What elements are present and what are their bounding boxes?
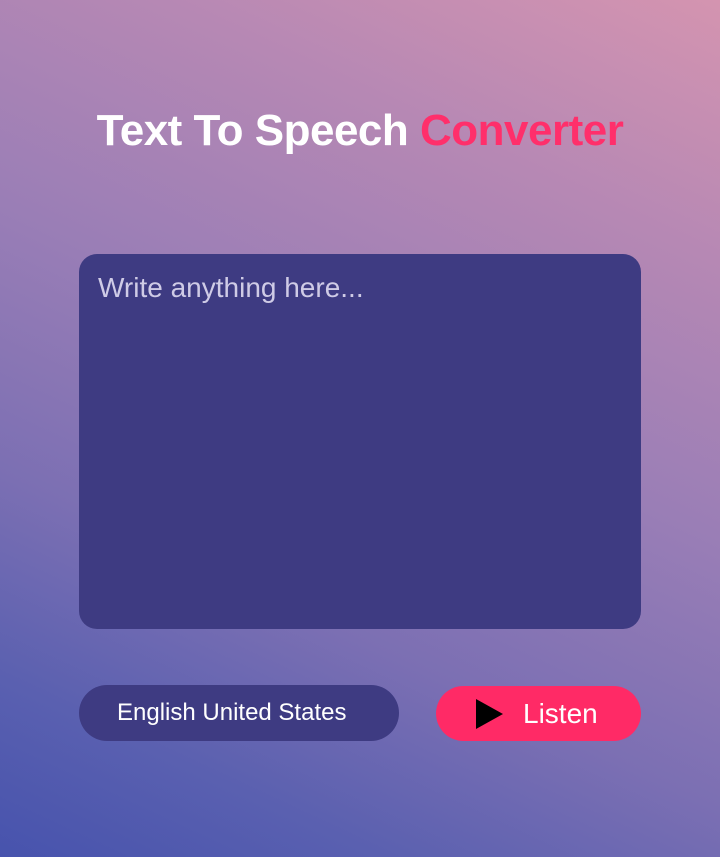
text-input[interactable] bbox=[79, 254, 641, 629]
play-icon bbox=[476, 698, 503, 729]
listen-button[interactable]: Listen bbox=[436, 686, 641, 741]
page-title: Text To Speech Converter bbox=[0, 106, 720, 156]
title-main: Text To Speech bbox=[96, 106, 421, 155]
language-select-label: English United States bbox=[117, 699, 347, 726]
language-select[interactable]: English United States bbox=[79, 685, 399, 741]
title-accent: Converter bbox=[420, 106, 624, 155]
listen-button-label: Listen bbox=[523, 697, 598, 729]
